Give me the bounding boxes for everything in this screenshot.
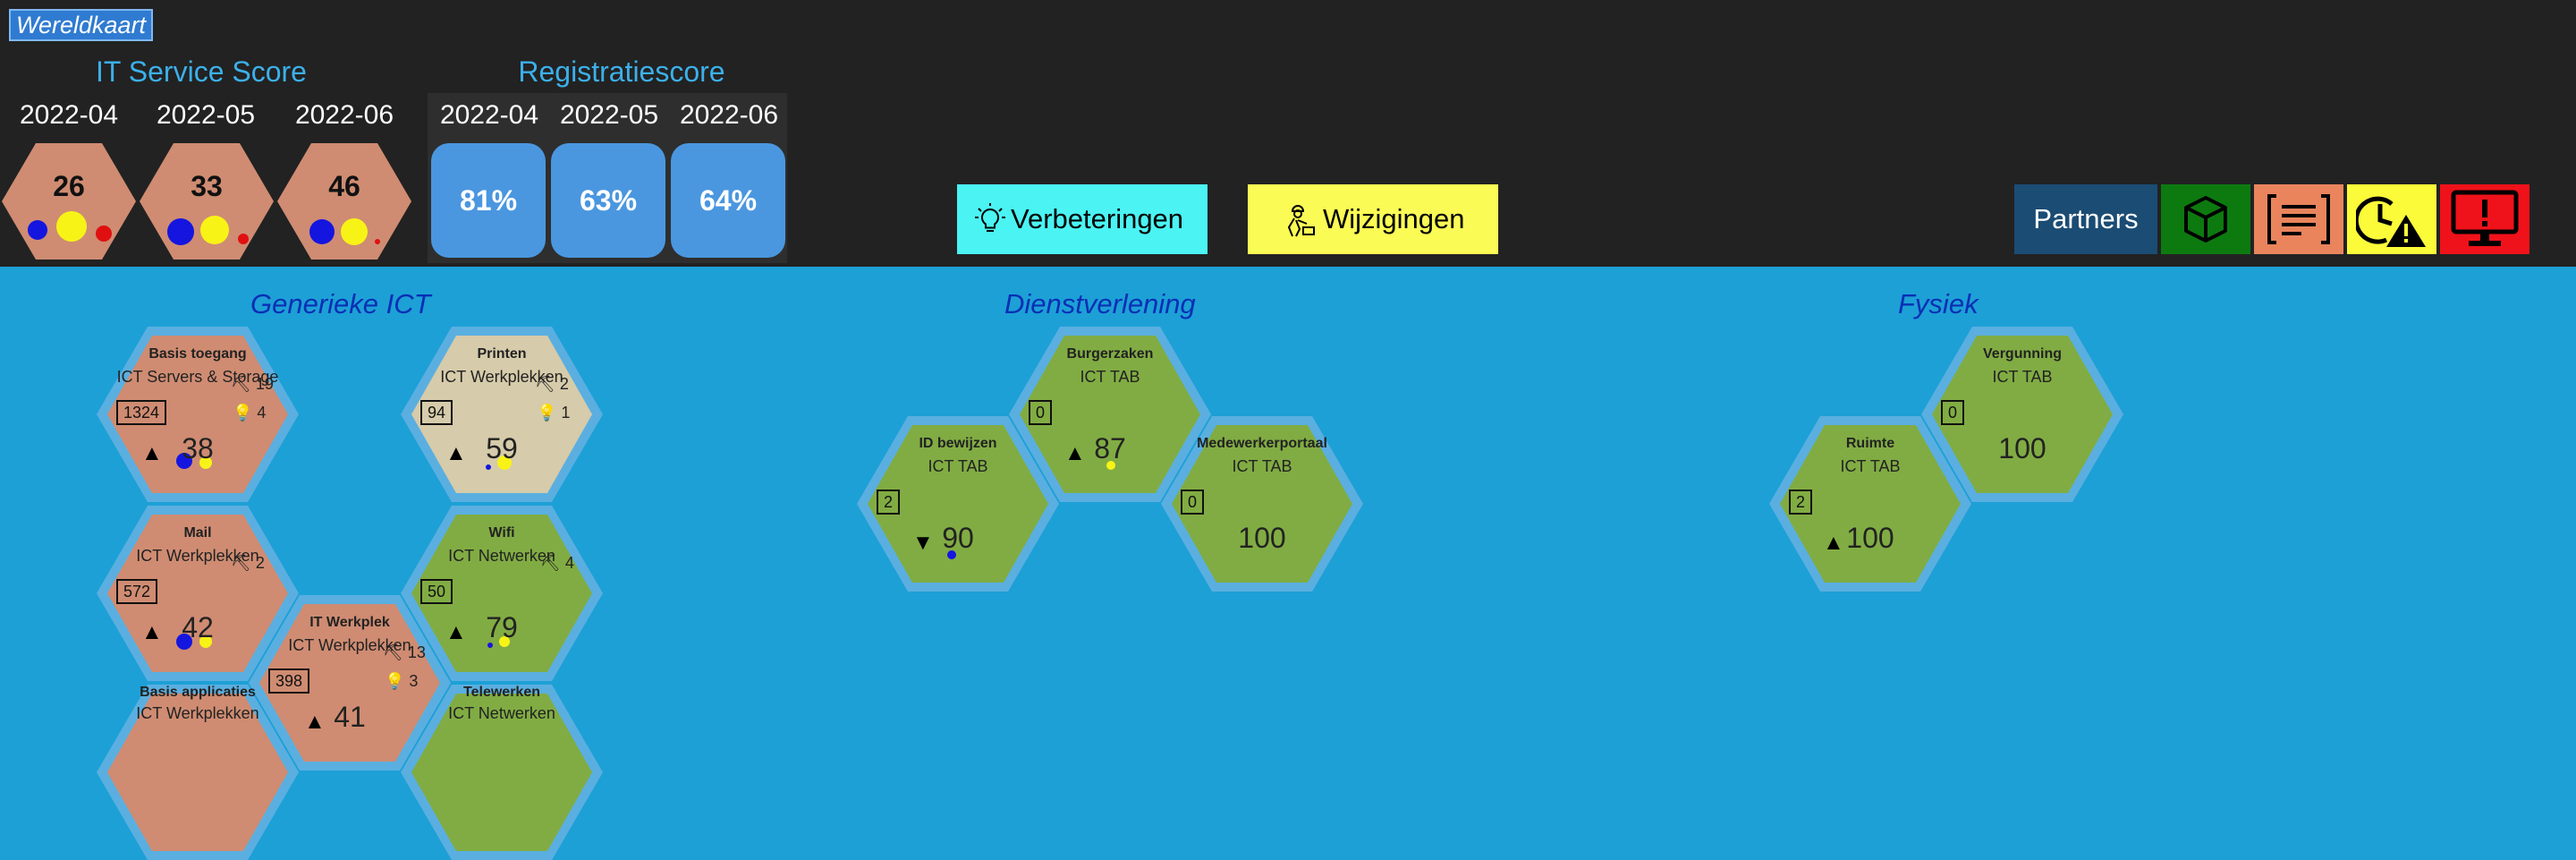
improvement-count-value: 1 xyxy=(561,404,571,421)
change-count: ⛏ 2 xyxy=(231,554,265,572)
service-tile-medewerkerportaal[interactable]: Medewerkerportaal ICT TAB 0 100 xyxy=(1161,416,1363,592)
service-month-1: 2022-04 xyxy=(19,100,119,130)
improvement-count-value: 4 xyxy=(257,404,267,421)
registration-score-title: Registratiescore xyxy=(518,55,725,88)
service-score-value-3: 46 xyxy=(328,170,360,202)
service-score-hex-3[interactable]: 46 xyxy=(277,143,411,260)
tile-name: Basis toegang xyxy=(148,346,247,362)
tile-name: Medewerkerportaal xyxy=(1197,436,1327,451)
construction-worker-icon xyxy=(1287,205,1315,237)
changes-button[interactable]: Wijzigingen xyxy=(1248,184,1498,254)
tile-subtitle: ICT Werkplekken xyxy=(136,547,259,565)
tile-subtitle: ICT Werkplekken xyxy=(440,368,564,386)
category-generic-ict: Generieke ICT xyxy=(250,288,431,319)
improvement-count: 💡 4 xyxy=(233,404,267,421)
cube-icon xyxy=(2184,196,2227,243)
list-button[interactable] xyxy=(2254,184,2343,254)
tile-subtitle: ICT TAB xyxy=(1080,368,1140,386)
tile-score: 100 xyxy=(1238,522,1286,554)
header-bar: Wereldkaart IT Service Score 2022-04 202… xyxy=(0,0,2576,267)
service-tile-ruimte[interactable]: Ruimte ICT TAB 2 ▲ 100 xyxy=(1769,416,1971,592)
tile-score: 38 xyxy=(182,432,214,464)
registration-score-tile-1[interactable]: 81% xyxy=(431,143,546,258)
service-month-2: 2022-05 xyxy=(156,100,256,130)
tile-name: Mail xyxy=(183,525,212,541)
tile-score: 100 xyxy=(1846,522,1894,554)
tile-name: Wifi xyxy=(488,525,515,541)
improvement-count: 💡 1 xyxy=(537,404,571,421)
monitor-alert-icon xyxy=(2451,190,2519,246)
tile-name: ID bewijzen xyxy=(919,436,997,451)
clock-warning-icon xyxy=(2356,196,2426,247)
ticket-count: 2 xyxy=(1789,490,1813,515)
registration-month-3: 2022-06 xyxy=(679,100,779,130)
change-count-value: 2 xyxy=(255,554,265,572)
tile-name: Vergunning xyxy=(1983,346,2062,362)
improvements-label: Verbeteringen xyxy=(1011,203,1184,234)
tile-subtitle: ICT TAB xyxy=(1232,457,1292,475)
changes-label: Wijzigingen xyxy=(1323,203,1465,234)
category-fysiek: Fysiek xyxy=(1898,288,1979,319)
service-tile-basis-applicaties[interactable]: Basis applicaties ICT Werkplekken xyxy=(97,685,299,860)
service-score-value-1: 26 xyxy=(53,170,85,202)
tile-subtitle: ICT TAB xyxy=(1840,457,1901,475)
change-count: ⛏ 2 xyxy=(535,375,569,393)
improvements-button[interactable]: Verbeteringen xyxy=(957,184,1208,254)
service-tile-printen[interactable]: Printen ICT Werkplekken 94 ▲ 59 ⛏ 2 💡 1 xyxy=(401,327,603,502)
change-count-value: 4 xyxy=(564,554,574,572)
service-score-title: IT Service Score xyxy=(96,55,307,88)
ticket-count: 94 xyxy=(420,400,453,425)
service-score-hex-2[interactable]: 33 xyxy=(140,143,274,260)
change-count: ⛏ 4 xyxy=(540,554,574,572)
monitor-alert-button[interactable] xyxy=(2440,184,2529,254)
change-count-value: 13 xyxy=(407,643,426,661)
service-tile-id-bewijzen[interactable]: ID bewijzen ICT TAB 2 ▼ 90 xyxy=(857,416,1059,592)
tile-name: Burgerzaken xyxy=(1066,346,1154,362)
service-tile-telewerken[interactable]: Telewerken ICT Netwerken xyxy=(401,685,603,860)
tile-score: 59 xyxy=(486,432,518,464)
change-count-value: 2 xyxy=(559,375,569,393)
change-count: ⛏ 19 xyxy=(231,375,274,393)
service-score-value-2: 33 xyxy=(191,170,223,202)
tile-subtitle: ICT Werkplekken xyxy=(136,704,259,722)
category-dienstverlening: Dienstverlening xyxy=(1004,288,1196,319)
registration-month-1: 2022-04 xyxy=(439,100,539,130)
change-count: ⛏ 13 xyxy=(383,643,426,661)
clock-warning-button[interactable] xyxy=(2347,184,2436,254)
ticket-count: 572 xyxy=(116,579,158,604)
tile-subtitle: ICT TAB xyxy=(1992,368,2053,386)
change-count-value: 19 xyxy=(255,375,274,393)
page-title[interactable]: Wereldkaart xyxy=(8,9,154,41)
service-tile-basis-toegang[interactable]: Basis toegang ICT Servers & Storage 1324… xyxy=(97,327,299,502)
cube-button[interactable] xyxy=(2161,184,2250,254)
registration-month-2: 2022-05 xyxy=(559,100,659,130)
tile-name: Basis applicaties xyxy=(140,685,256,700)
lightbulb-icon xyxy=(975,203,1005,232)
service-score-hex-1[interactable]: 26 xyxy=(2,143,136,260)
ticket-count: 2 xyxy=(877,490,901,515)
tile-name: Printen xyxy=(477,346,527,362)
tile-score: 90 xyxy=(942,522,974,554)
registration-score-tile-3[interactable]: 64% xyxy=(671,143,785,258)
partners-button[interactable]: Partners xyxy=(2014,184,2157,254)
tile-subtitle: ICT TAB xyxy=(928,457,988,475)
registration-score-tile-2[interactable]: 63% xyxy=(551,143,665,258)
ticket-count: 1324 xyxy=(116,400,167,425)
tile-name: Telewerken xyxy=(463,685,540,700)
tile-name: Ruimte xyxy=(1845,436,1895,451)
list-icon xyxy=(2267,194,2330,244)
tile-subtitle: ICT Netwerken xyxy=(448,704,555,722)
service-month-3: 2022-06 xyxy=(294,100,394,130)
tile-name: IT Werkplek xyxy=(309,615,390,630)
ticket-count: 0 xyxy=(1181,490,1205,515)
